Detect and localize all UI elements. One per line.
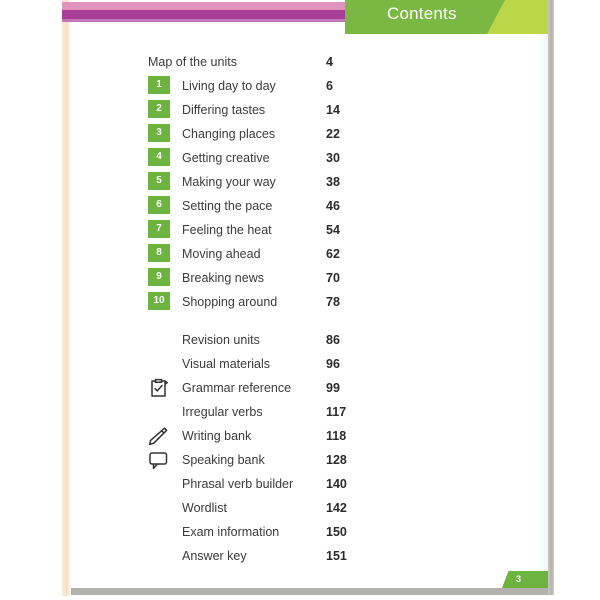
unit-badge: 3 (148, 124, 170, 142)
unit-badge: 4 (148, 148, 170, 166)
pencil-icon (145, 424, 171, 448)
toc-entry-page: 142 (326, 501, 347, 515)
toc-entry-page: 22 (326, 127, 340, 141)
unit-number: 10 (148, 292, 170, 310)
toc-row[interactable]: 6 Setting the pace 46 (71, 194, 536, 218)
toc-entry-page: 78 (326, 295, 340, 309)
toc-entry-label: Feeling the heat (182, 223, 272, 237)
unit-number: 5 (148, 172, 170, 190)
toc-entry-page: 150 (326, 525, 347, 539)
toc-entry-page: 46 (326, 199, 340, 213)
toc-entry-label: Differing tastes (182, 103, 266, 117)
unit-badge: 8 (148, 244, 170, 262)
toc-entry-label: Phrasal verb builder (182, 477, 294, 491)
page-outer-shading (536, 0, 548, 588)
toc-row[interactable]: 3 Changing places 22 (71, 122, 536, 146)
unit-badge: 2 (148, 100, 170, 118)
toc-entry-label: Setting the pace (182, 199, 273, 213)
outer-margin-right (548, 0, 600, 600)
toc-row[interactable]: Exam information 150 (71, 520, 536, 544)
toc-entry-label: Visual materials (182, 357, 271, 371)
toc-entry-label: Writing bank (182, 429, 252, 443)
contents-header-banner: Contents (345, 0, 548, 36)
toc-entry-label: Moving ahead (182, 247, 261, 261)
toc-entry-label: Breaking news (182, 271, 264, 285)
toc-row[interactable]: Wordlist 142 (71, 496, 536, 520)
toc-entry-page: 62 (326, 247, 340, 261)
unit-badge: 9 (148, 268, 170, 286)
unit-badge: 7 (148, 220, 170, 238)
toc-entry-page: 128 (326, 453, 347, 467)
toc-entry-label: Map of the units (148, 55, 237, 69)
toc-row[interactable]: Revision units 86 (71, 328, 536, 352)
toc-row[interactable]: 5 Making your way 38 (71, 170, 536, 194)
book-page: Contents Map of the units 4 1 Living day to… (0, 0, 600, 600)
toc-entry-label: Exam information (182, 525, 280, 539)
toc-entry-label: Living day to day (182, 79, 276, 93)
toc-entry-page: 140 (326, 477, 347, 491)
toc-row[interactable]: 8 Moving ahead 62 (71, 242, 536, 266)
toc-entry-page: 151 (326, 549, 347, 563)
toc-entry-label: Answer key (182, 549, 247, 563)
outer-margin-left (0, 0, 62, 600)
toc-row[interactable]: Irregular verbs 117 (71, 400, 536, 424)
toc-entry-page: 117 (326, 405, 347, 419)
unit-number: 4 (148, 148, 170, 166)
unit-number: 2 (148, 100, 170, 118)
toc-entry-page: 38 (326, 175, 340, 189)
toc-entry-label: Changing places (182, 127, 276, 141)
unit-badge: 6 (148, 196, 170, 214)
toc-entry-page: 4 (326, 55, 333, 69)
toc-row[interactable]: Speaking bank 128 (71, 448, 536, 472)
toc-entry-label: Irregular verbs (182, 405, 263, 419)
unit-number: 1 (148, 76, 170, 94)
unit-number: 8 (148, 244, 170, 262)
unit-number: 6 (148, 196, 170, 214)
toc-row[interactable]: Grammar reference 99 (71, 376, 536, 400)
toc-entry-page: 70 (326, 271, 340, 285)
toc-entry-label: Speaking bank (182, 453, 265, 467)
toc-row[interactable]: Phrasal verb builder 140 (71, 472, 536, 496)
unit-number: 3 (148, 124, 170, 142)
unit-badge: 10 (148, 292, 170, 310)
toc-entry-page: 54 (326, 223, 340, 237)
speech-bubble-icon (145, 448, 171, 472)
page-shadow-bottom (64, 588, 548, 595)
toc-row[interactable]: 10 Shopping around 78 (71, 290, 536, 314)
page-number-label: 3 (516, 574, 522, 584)
toc-entry-label: Wordlist (182, 501, 227, 515)
page-title: Contents (387, 4, 457, 23)
toc-entry-label: Revision units (182, 333, 260, 347)
unit-badge: 1 (148, 76, 170, 94)
toc-row[interactable]: 1 Living day to day 6 (71, 74, 536, 98)
toc-entry-page: 30 (326, 151, 340, 165)
toc-entry-page: 96 (326, 357, 340, 371)
unit-number: 7 (148, 220, 170, 238)
clipboard-check-icon (145, 376, 171, 400)
toc-row[interactable]: Writing bank 118 (71, 424, 536, 448)
toc-entry-page: 99 (326, 381, 340, 395)
page-shadow-right (548, 0, 554, 595)
toc-row[interactable]: 7 Feeling the heat 54 (71, 218, 536, 242)
toc-entry-page: 14 (326, 103, 340, 117)
toc-row[interactable]: 2 Differing tastes 14 (71, 98, 536, 122)
unit-number: 9 (148, 268, 170, 286)
toc-entry-page: 86 (326, 333, 340, 347)
toc-row[interactable]: Map of the units 4 (71, 50, 536, 74)
toc-row[interactable]: Visual materials 96 (71, 352, 536, 376)
toc-entry-page: 6 (326, 79, 333, 93)
book-spine (62, 0, 71, 596)
toc-entry-label: Shopping around (182, 295, 278, 309)
toc-row[interactable]: 4 Getting creative 30 (71, 146, 536, 170)
toc-entry-label: Getting creative (182, 151, 270, 165)
toc-entry-label: Making your way (182, 175, 276, 189)
toc-entry-page: 118 (326, 429, 347, 443)
toc-entry-label: Grammar reference (182, 381, 292, 395)
page-number-tab (502, 571, 548, 588)
unit-badge: 5 (148, 172, 170, 190)
toc-row[interactable]: Answer key 151 (71, 544, 536, 568)
toc-row[interactable]: 9 Breaking news 70 (71, 266, 536, 290)
